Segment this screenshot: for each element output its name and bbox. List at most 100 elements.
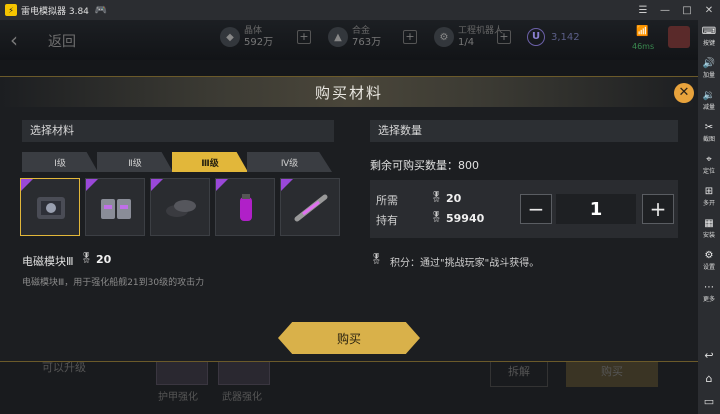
ping-value: 46ms xyxy=(632,42,655,51)
sidebar-item-keyboard[interactable]: ⌨ 按键 xyxy=(698,20,720,52)
remaining-quantity: 剩余可购买数量：800 xyxy=(370,159,479,172)
medal-icon: 🎖 xyxy=(430,192,443,203)
emulator-sidebar: ⌨ 按键 🔊 加量 🔉 减量 ✂ 截图 ⌖ 定位 ⊞ 多开 ▦ 安装 ⚙ 设置 ⋯ 更多 ↩ ⌂ ▭ xyxy=(698,20,720,414)
quantity-field[interactable]: 1 xyxy=(556,194,636,224)
sidebar-item-location[interactable]: ⌖ 定位 xyxy=(698,148,720,180)
level-tabs: Ⅰ级 Ⅱ级 Ⅲ级 Ⅳ级 xyxy=(22,152,332,172)
owned-value: 59940 xyxy=(446,212,485,225)
sidebar-item-label: 设置 xyxy=(702,263,715,271)
crystal-icon: ◆ xyxy=(220,27,240,47)
add-crystal-button[interactable]: + xyxy=(297,30,311,44)
home-nav-icon[interactable]: ⌂ xyxy=(706,372,713,385)
medal-icon: 🎖 xyxy=(80,253,93,264)
selected-material-cost: 20 xyxy=(96,253,112,266)
dark-discs-icon xyxy=(163,191,199,225)
add-robot-button[interactable]: + xyxy=(497,30,511,44)
sidebar-item-label: 按键 xyxy=(702,39,715,47)
sidebar-item-volume-up[interactable]: 🔊 加量 xyxy=(698,52,720,84)
sidebar-item-volume-down[interactable]: 🔉 减量 xyxy=(698,84,720,116)
alloy-resource: ▲ 合金 763万 xyxy=(328,26,381,48)
sidebar-item-label: 安装 xyxy=(702,231,715,239)
emulator-title: 雷电模拟器 3.84 xyxy=(21,6,89,17)
sidebar-item-more[interactable]: ⋯ 更多 xyxy=(698,276,720,308)
emulator-logo-icon: ⚡ xyxy=(5,4,17,16)
points-info: 积分：通过"挑战玩家"战斗获得。 xyxy=(390,258,540,269)
sidebar-item-label: 定位 xyxy=(702,167,715,175)
window-controls: ☰ — □ ✕ xyxy=(636,0,716,20)
game-screen: ‹ 返回 ◆ 晶体 592万 + ▲ 合金 763万 + ⚙ 工程机器人 1/4 + … xyxy=(0,20,698,414)
tab-level-1[interactable]: Ⅰ级 xyxy=(22,152,98,172)
sidebar-item-settings[interactable]: ⚙ 设置 xyxy=(698,244,720,276)
material-purple-capsule[interactable] xyxy=(215,178,275,236)
energy-rod-icon xyxy=(293,191,329,225)
back-arrow-icon[interactable]: ‹ xyxy=(10,28,18,52)
medal-icon: 🎖 xyxy=(370,254,383,265)
minimize-icon[interactable]: — xyxy=(658,5,672,16)
armor-upgrade-label: 护甲强化 xyxy=(158,392,198,403)
sidebar-nav: ↩ ⌂ ▭ xyxy=(698,349,720,408)
keyboard-icon: ⌨ xyxy=(701,25,717,37)
recent-nav-icon[interactable]: ▭ xyxy=(704,395,714,408)
location-icon: ⌖ xyxy=(706,153,712,165)
required-value: 20 xyxy=(446,192,462,205)
select-material-header: 选择材料 xyxy=(22,120,334,142)
sidebar-item-multi-open[interactable]: ⊞ 多开 xyxy=(698,180,720,212)
modal-header: 购买材料 xyxy=(0,77,698,107)
crystal-value: 592万 xyxy=(244,37,274,48)
tab-level-2[interactable]: Ⅱ级 xyxy=(97,152,173,172)
emulator-menu-icon[interactable]: ☰ xyxy=(636,5,650,16)
sidebar-item-install[interactable]: ▦ 安装 xyxy=(698,212,720,244)
required-label: 所需 xyxy=(376,194,398,207)
wifi-icon: 📶 xyxy=(636,26,649,37)
sidebar-item-label: 减量 xyxy=(702,103,715,111)
quantity-panel: 所需 🎖 20 持有 🎖 59940 − 1 + xyxy=(370,180,678,238)
sidebar-item-scissors[interactable]: ✂ 截图 xyxy=(698,116,720,148)
armor-plates-icon xyxy=(98,191,134,225)
select-quantity-header: 选择数量 xyxy=(370,120,678,142)
sidebar-item-label: 加量 xyxy=(702,71,715,79)
maximize-icon[interactable]: □ xyxy=(680,5,694,16)
decrease-quantity-button[interactable]: − xyxy=(520,194,552,224)
sidebar-item-label: 多开 xyxy=(702,199,715,207)
back-nav-icon[interactable]: ↩ xyxy=(704,349,713,362)
selected-material-name: 电磁模块Ⅲ xyxy=(22,255,74,268)
weapon-upgrade-label: 武器强化 xyxy=(222,392,262,403)
robot-icon: ⚙ xyxy=(434,27,454,47)
rarity-corner xyxy=(21,179,33,191)
tab-level-4[interactable]: Ⅳ级 xyxy=(247,152,332,172)
selected-material-description: 电磁模块Ⅲ，用于强化船舰21到30级的攻击力 xyxy=(22,278,205,288)
tab-level-3[interactable]: Ⅲ级 xyxy=(172,152,248,172)
robot-resource: ⚙ 工程机器人 1/4 xyxy=(434,26,503,48)
gamepad-icon[interactable]: 🎮 xyxy=(95,5,107,16)
increase-quantity-button[interactable]: + xyxy=(642,194,674,224)
install-icon: ▦ xyxy=(704,217,714,229)
material-armor-plates[interactable] xyxy=(85,178,145,236)
rarity-corner xyxy=(281,179,293,191)
add-alloy-button[interactable]: + xyxy=(403,30,417,44)
u-currency-value: 3,142 xyxy=(551,32,580,43)
alloy-icon: ▲ xyxy=(328,27,348,47)
volume-up-icon: 🔊 xyxy=(702,57,716,69)
settings-icon: ⚙ xyxy=(704,249,714,261)
buy-button[interactable]: 购买 xyxy=(278,322,420,354)
owned-label: 持有 xyxy=(376,214,398,227)
electromagnetic-module-icon xyxy=(33,191,69,225)
game-topbar: ‹ 返回 ◆ 晶体 592万 + ▲ 合金 763万 + ⚙ 工程机器人 1/4 + … xyxy=(0,20,698,60)
rarity-corner xyxy=(86,179,98,191)
alloy-label: 合金 xyxy=(352,26,371,36)
gift-icon[interactable] xyxy=(668,26,690,48)
back-label[interactable]: 返回 xyxy=(48,31,76,51)
alloy-value: 763万 xyxy=(352,37,382,48)
scissors-icon: ✂ xyxy=(704,121,714,133)
close-modal-button[interactable]: ✕ xyxy=(674,83,694,103)
modal-title: 购买材料 xyxy=(314,83,383,102)
material-dark-discs[interactable] xyxy=(150,178,210,236)
close-window-icon[interactable]: ✕ xyxy=(702,5,716,16)
medal-icon: 🎖 xyxy=(430,212,443,223)
material-electromagnetic-module[interactable] xyxy=(20,178,80,236)
crystal-label: 晶体 xyxy=(244,26,263,36)
crystal-resource: ◆ 晶体 592万 xyxy=(220,26,273,48)
rarity-corner xyxy=(216,179,228,191)
volume-down-icon: 🔉 xyxy=(702,89,716,101)
material-energy-rod[interactable] xyxy=(280,178,340,236)
